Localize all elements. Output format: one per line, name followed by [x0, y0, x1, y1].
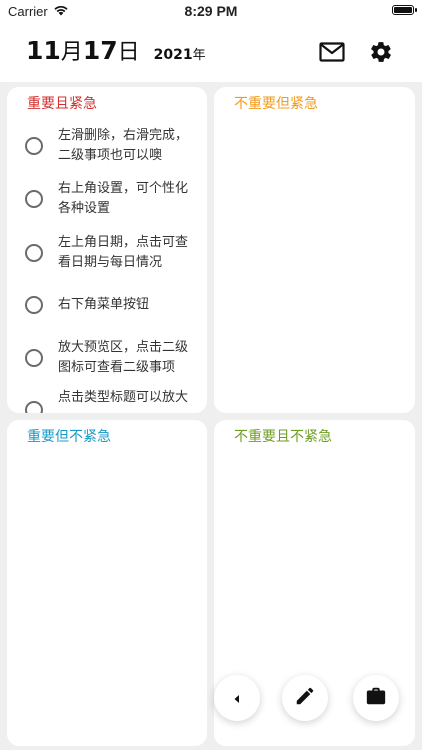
- quadrant-important-urgent[interactable]: 重要且紧急 左滑删除，右滑完成，二级事项也可以噢 右上角设置，可个性化各种设置 …: [7, 87, 207, 413]
- status-bar: Carrier 8:29 PM: [0, 0, 422, 22]
- quadrant-unimportant-urgent[interactable]: 不重要但紧急: [214, 87, 415, 413]
- task-label: 右下角菜单按钮: [58, 297, 150, 312]
- list-item[interactable]: 右上角设置，可个性化各种设置: [7, 174, 207, 224]
- mail-icon[interactable]: [319, 39, 345, 65]
- task-label: 放大预览区，点击二级图标可查看二级事项: [58, 340, 189, 375]
- battery-fill: [394, 7, 412, 13]
- checkbox-circle-icon[interactable]: [25, 190, 43, 208]
- quadrant-title[interactable]: 重要且紧急: [27, 93, 97, 113]
- briefcase-icon: [365, 685, 387, 711]
- day-number: 17: [82, 36, 118, 65]
- date-button[interactable]: 11 月 17 日 2021年: [26, 34, 206, 66]
- list-item[interactable]: 放大预览区，点击二级图标可查看二级事项: [7, 333, 207, 383]
- quadrant-title[interactable]: 重要但不紧急: [27, 426, 111, 446]
- month-number: 11: [26, 36, 61, 65]
- task-label: 左滑删除，右滑完成，二级事项也可以噢: [58, 128, 189, 163]
- list-item[interactable]: 右下角菜单按钮: [7, 280, 207, 330]
- battery-icon: [392, 5, 417, 15]
- gear-icon[interactable]: [368, 39, 394, 65]
- task-label: 右上角设置，可个性化各种设置: [58, 181, 189, 216]
- month-char: 月: [60, 40, 83, 65]
- list-item[interactable]: 点击类型标题可以放大: [7, 383, 207, 413]
- list-item[interactable]: 左上角日期，点击可查看日期与每日情况: [7, 228, 207, 278]
- menu-toggle-button[interactable]: [214, 675, 260, 721]
- checkbox-circle-icon[interactable]: [25, 401, 43, 413]
- quadrant-important-not-urgent[interactable]: 重要但不紧急: [7, 420, 207, 746]
- year-label: 2021年: [154, 44, 206, 63]
- year-char: 年: [192, 48, 206, 63]
- pencil-icon: [294, 685, 316, 711]
- header: 11 月 17 日 2021年: [0, 22, 422, 82]
- task-label: 点击类型标题可以放大: [58, 390, 189, 405]
- screen: Carrier 8:29 PM 11 月 17 日 2021年 重要且紧急 左滑…: [0, 0, 422, 750]
- checkbox-circle-icon[interactable]: [25, 137, 43, 155]
- day-char: 日: [117, 40, 140, 65]
- checkbox-circle-icon[interactable]: [25, 244, 43, 262]
- clock: 8:29 PM: [184, 3, 238, 19]
- list-item[interactable]: 左滑删除，右滑完成，二级事项也可以噢: [7, 121, 207, 171]
- chevron-left-icon: [232, 689, 242, 708]
- briefcase-button[interactable]: [353, 675, 399, 721]
- task-label: 左上角日期，点击可查看日期与每日情况: [58, 235, 189, 270]
- quadrant-title[interactable]: 不重要且不紧急: [234, 426, 332, 446]
- checkbox-circle-icon[interactable]: [25, 349, 43, 367]
- quadrant-title[interactable]: 不重要但紧急: [234, 93, 318, 113]
- edit-button[interactable]: [282, 675, 328, 721]
- year-number: 2021: [153, 47, 193, 63]
- checkbox-circle-icon[interactable]: [25, 296, 43, 314]
